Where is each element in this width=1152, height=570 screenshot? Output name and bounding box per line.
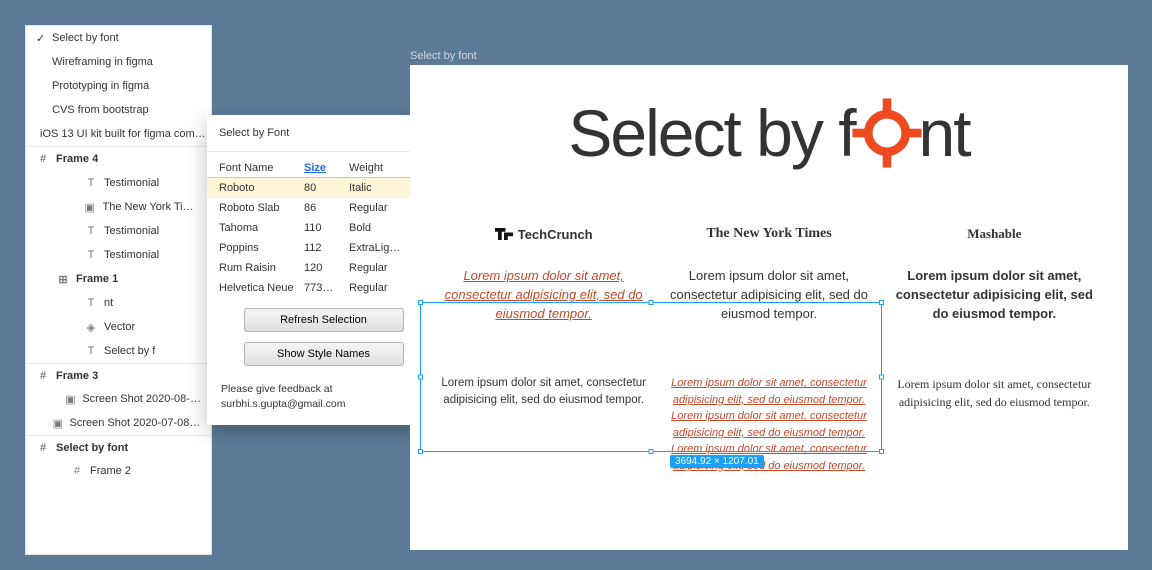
hero-headline: Select by f nt (438, 95, 1100, 171)
col-font-name[interactable]: Font Name (219, 162, 304, 174)
col-weight[interactable]: Weight (349, 162, 409, 174)
show-style-names-button[interactable]: Show Style Names (244, 342, 404, 366)
layer-row[interactable]: ⊞Frame 1 (26, 267, 211, 291)
headline-pre: Select by f (568, 95, 854, 171)
lede-bold-3[interactable]: Lorem ipsum dolor sit amet, consectetur … (889, 267, 1100, 345)
feedback-email[interactable]: surbhi.s.gupta@gmail.com (221, 398, 345, 410)
font-row[interactable]: Poppins112ExtraLig… (207, 238, 440, 258)
page-item[interactable]: Prototyping in figma (26, 74, 211, 98)
layer-row[interactable]: #Frame 2 (26, 459, 211, 483)
font-row[interactable]: Rum Raisin120Regular (207, 258, 440, 278)
design-frame[interactable]: Select by f nt (410, 65, 1128, 550)
layer-row[interactable]: #Frame 3 (26, 363, 211, 387)
font-row[interactable]: Roboto Slab86Regular (207, 198, 440, 218)
selection-box[interactable] (420, 302, 882, 452)
page-item[interactable]: Wireframing in figma (26, 50, 211, 74)
layers-panel: ✓Select by fontWireframing in figmaProto… (25, 25, 212, 555)
layer-row[interactable]: Tnt (26, 291, 211, 315)
page-item[interactable]: iOS 13 UI kit built for figma com… (26, 122, 211, 146)
techcrunch-icon (495, 228, 513, 240)
brand-techcrunch: TechCrunch (438, 223, 649, 245)
layer-row[interactable]: ◈Vector (26, 315, 211, 339)
select-by-font-plugin: Select by Font × Font Name Size Weight R… (207, 115, 440, 425)
target-icon (851, 97, 923, 169)
feedback-intro: Please give feedback at (221, 383, 333, 395)
canvas: Select by font Select by f nt (410, 50, 1128, 550)
column-mashable: Mashable Lorem ipsum dolor sit amet, con… (889, 223, 1100, 474)
layer-row[interactable]: ▣Screen Shot 2020-07-08 at 10.32 (26, 411, 211, 435)
page-item[interactable]: ✓Select by font (26, 26, 211, 50)
font-row[interactable]: Roboto80Italic (207, 178, 440, 198)
font-row[interactable]: Helvetica Neue773…Regular (207, 278, 440, 298)
layer-row[interactable]: TSelect by f (26, 339, 211, 363)
brand-mashable: Mashable (889, 223, 1100, 245)
layer-row[interactable]: TTestimonial (26, 171, 211, 195)
frame-label[interactable]: Select by font (410, 50, 1128, 62)
layer-row[interactable]: #Frame 4 (26, 147, 211, 171)
layer-row[interactable]: #Select by font (26, 435, 211, 459)
layer-row[interactable]: ▣Screen Shot 2020-08-09 at 4 (26, 387, 211, 411)
layer-row[interactable]: TTestimonial (26, 219, 211, 243)
body-3[interactable]: Lorem ipsum dolor sit amet, consectetur … (889, 375, 1100, 435)
refresh-selection-button[interactable]: Refresh Selection (244, 308, 404, 332)
layer-row[interactable]: ▣The New York Times (26, 195, 211, 219)
page-item[interactable]: CVS from bootstrap (26, 98, 211, 122)
brand-nyt: The New York Times (663, 223, 874, 245)
selection-dimensions: 3694.92 × 1207.01 (670, 455, 764, 468)
layer-row[interactable]: TTestimonial (26, 243, 211, 267)
plugin-title: Select by Font (219, 127, 289, 139)
col-size[interactable]: Size (304, 162, 349, 174)
headline-post: nt (919, 95, 970, 171)
font-row[interactable]: Tahoma110Bold (207, 218, 440, 238)
